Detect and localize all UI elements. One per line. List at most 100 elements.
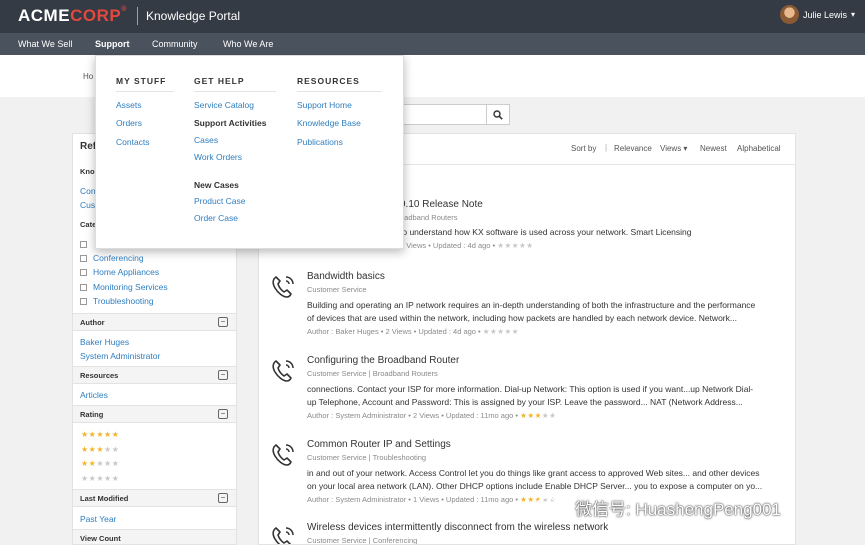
result-title[interactable]: Bandwidth basics	[307, 271, 385, 282]
nav-community[interactable]: Community	[152, 39, 198, 49]
nav-support[interactable]: Support	[95, 39, 130, 49]
star-icon: ★	[527, 411, 535, 420]
menu-link-knowledge-base[interactable]: Knowledge Base	[297, 118, 361, 128]
category-checkbox[interactable]	[80, 284, 87, 291]
filter-link-con[interactable]: Con	[80, 186, 96, 196]
category-label[interactable]: Monitoring Services	[93, 282, 168, 292]
wechat-watermark: 微信号: HuashengPeng001	[533, 494, 843, 519]
view-count-section-header[interactable]: View Count	[73, 529, 236, 544]
menu-link-order-case[interactable]: Order Case	[194, 213, 238, 223]
wechat-icon	[535, 497, 567, 517]
result-meta: Customer Service	[307, 285, 367, 294]
result-footer: Author : System Administrator • 1 Views …	[307, 495, 557, 504]
star-icon: ★	[111, 459, 120, 468]
star-icon: ★	[96, 474, 105, 483]
resources-heading: RESOURCES	[297, 76, 360, 86]
menu-link-contacts[interactable]: Contacts	[116, 137, 150, 147]
result-title[interactable]: Wireless devices intermittently disconne…	[307, 522, 608, 533]
author-link[interactable]: Baker Huges	[80, 337, 129, 347]
star-icon: ★	[81, 430, 89, 439]
resources-section-header[interactable]: Resources −	[73, 366, 236, 384]
category-filter-label: Cate	[80, 220, 97, 229]
filter-link-cus[interactable]: Cus	[80, 200, 95, 210]
portal-title: Knowledge Portal	[146, 9, 241, 23]
result-meta: Customer Service | Broadband Routers	[307, 369, 438, 378]
divider	[297, 91, 382, 92]
rating-filter-3[interactable]: ★★★★★	[81, 445, 119, 454]
support-phone-icon	[272, 276, 294, 298]
category-checkbox[interactable]	[80, 241, 87, 248]
breadcrumb[interactable]: Ho	[83, 72, 93, 81]
last-modified-section-header[interactable]: Last Modified −	[73, 489, 236, 507]
rating-filter-5[interactable]: ★★★★★	[81, 430, 119, 439]
nav-what-we-sell[interactable]: What We Sell	[18, 39, 72, 49]
search-button[interactable]	[486, 104, 510, 125]
collapse-icon[interactable]: −	[218, 370, 228, 380]
result-snippet: on your local area network (LAN). Other …	[307, 481, 763, 491]
star-icon: ★	[96, 430, 105, 439]
menu-link-work-orders[interactable]: Work Orders	[194, 152, 242, 162]
star-icon: ★	[504, 327, 512, 336]
author-label: Author	[80, 318, 105, 327]
menu-link-product-case[interactable]: Product Case	[194, 196, 246, 206]
result-title[interactable]: Common Router IP and Settings	[307, 439, 451, 450]
menu-link-cases[interactable]: Cases	[194, 135, 218, 145]
star-icon: ★	[81, 445, 89, 454]
support-activities-label: Support Activities	[194, 118, 267, 128]
rating-filter-2[interactable]: ★★★★★	[81, 459, 119, 468]
collapse-icon[interactable]: −	[218, 317, 228, 327]
menu-link-publications[interactable]: Publications	[297, 137, 343, 147]
get-help-heading: GET HELP	[194, 76, 245, 86]
sort-relevance[interactable]: Relevance	[614, 144, 652, 153]
result-title[interactable]: 9.10 Release Note	[400, 199, 483, 210]
category-label[interactable]: Troubleshooting	[93, 296, 154, 306]
result-title[interactable]: Configuring the Broadband Router	[307, 355, 459, 366]
user-menu-caret-icon[interactable]: ▾	[851, 10, 855, 19]
star-icon: ★	[541, 411, 550, 420]
result-footer: Author : Baker Huges • 2 Views • Updated…	[307, 327, 519, 336]
my-stuff-heading: MY STUFF	[116, 76, 167, 86]
result-snippet: up Telephone, Account and Password: This…	[307, 397, 743, 407]
star-icon: ★	[81, 459, 89, 468]
category-checkbox[interactable]	[80, 269, 87, 276]
refine-title: Ref	[80, 141, 97, 152]
star-icon: ★	[104, 430, 112, 439]
result-footer: 6 Views • Updated : 4d ago • ★★★★★	[400, 241, 534, 250]
last-modified-past-year[interactable]: Past Year	[80, 514, 116, 524]
user-name[interactable]: Julie Lewis	[803, 10, 847, 20]
sort-views[interactable]: Views ▾	[660, 144, 687, 153]
resource-link-articles[interactable]: Articles	[80, 390, 108, 400]
menu-link-support-home[interactable]: Support Home	[297, 100, 352, 110]
sort-alphabetical[interactable]: Alphabetical	[737, 144, 781, 153]
category-checkbox[interactable]	[80, 255, 87, 262]
result-meta: oadband Routers	[400, 213, 458, 222]
author-section-header[interactable]: Author −	[73, 313, 236, 331]
star-icon: ★	[504, 241, 512, 250]
result-meta: Customer Service | Conferencing	[307, 536, 418, 545]
star-icon: ★	[511, 241, 519, 250]
menu-link-assets[interactable]: Assets	[116, 100, 142, 110]
star-icon: ★	[482, 327, 490, 336]
last-modified-label: Last Modified	[80, 494, 129, 503]
category-checkbox[interactable]	[80, 298, 87, 305]
category-label[interactable]: Home Appliances	[93, 267, 159, 277]
result-snippet: connections. Contact your ISP for more i…	[307, 384, 754, 394]
result-snippet: to understand how KX software is used ac…	[400, 227, 692, 237]
acmecorp-logo[interactable]: ACMECORP®	[18, 6, 127, 26]
user-avatar[interactable]	[780, 5, 799, 24]
rating-filter-0[interactable]: ★★★★★	[81, 474, 119, 483]
view-count-label: View Count	[80, 534, 121, 543]
rating-section-header[interactable]: Rating −	[73, 405, 236, 423]
collapse-icon[interactable]: −	[218, 493, 228, 503]
star-icon: ★	[549, 411, 557, 420]
star-icon: ★	[111, 474, 120, 483]
nav-who-we-are[interactable]: Who We Are	[223, 39, 273, 49]
new-cases-label: New Cases	[194, 180, 239, 190]
author-link[interactable]: System Administrator	[80, 351, 160, 361]
divider	[194, 91, 276, 92]
menu-link-orders[interactable]: Orders	[116, 118, 142, 128]
menu-link-service-catalog[interactable]: Service Catalog	[194, 100, 254, 110]
collapse-icon[interactable]: −	[218, 409, 228, 419]
sort-newest[interactable]: Newest	[700, 144, 727, 153]
category-label[interactable]: Conferencing	[93, 253, 144, 263]
